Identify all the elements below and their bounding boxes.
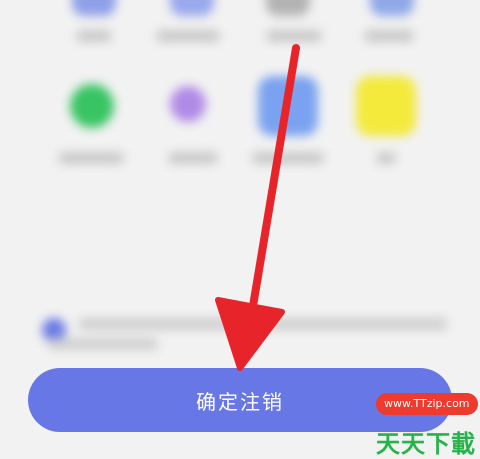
- app-label-blurred: [376, 152, 396, 164]
- app-icon: [356, 76, 416, 136]
- watermark-url: www.TTzip.com: [376, 393, 478, 415]
- app-icon: [370, 0, 414, 16]
- agreement-text-blurred: [48, 338, 158, 350]
- app-label-blurred: [252, 152, 324, 164]
- app-label-blurred: [364, 30, 414, 42]
- app-icon: [258, 76, 318, 136]
- app-label-blurred: [58, 152, 124, 164]
- app-icon: [70, 84, 114, 128]
- account-cancel-screen: 确定注销 www.TTzip.com 天天下載: [0, 0, 480, 459]
- app-label-blurred: [156, 30, 220, 42]
- app-icon: [170, 0, 214, 16]
- agreement-text-blurred: [78, 318, 448, 330]
- app-icon: [170, 86, 206, 122]
- watermark-text: 天天下載: [376, 430, 476, 458]
- app-icon: [266, 0, 310, 16]
- agreement-row-blurred[interactable]: [38, 312, 448, 356]
- app-label-blurred: [168, 152, 218, 164]
- app-label-blurred: [266, 30, 322, 42]
- app-icon: [72, 0, 116, 16]
- confirm-button-label: 确定注销: [196, 389, 284, 414]
- app-label-blurred: [76, 30, 112, 42]
